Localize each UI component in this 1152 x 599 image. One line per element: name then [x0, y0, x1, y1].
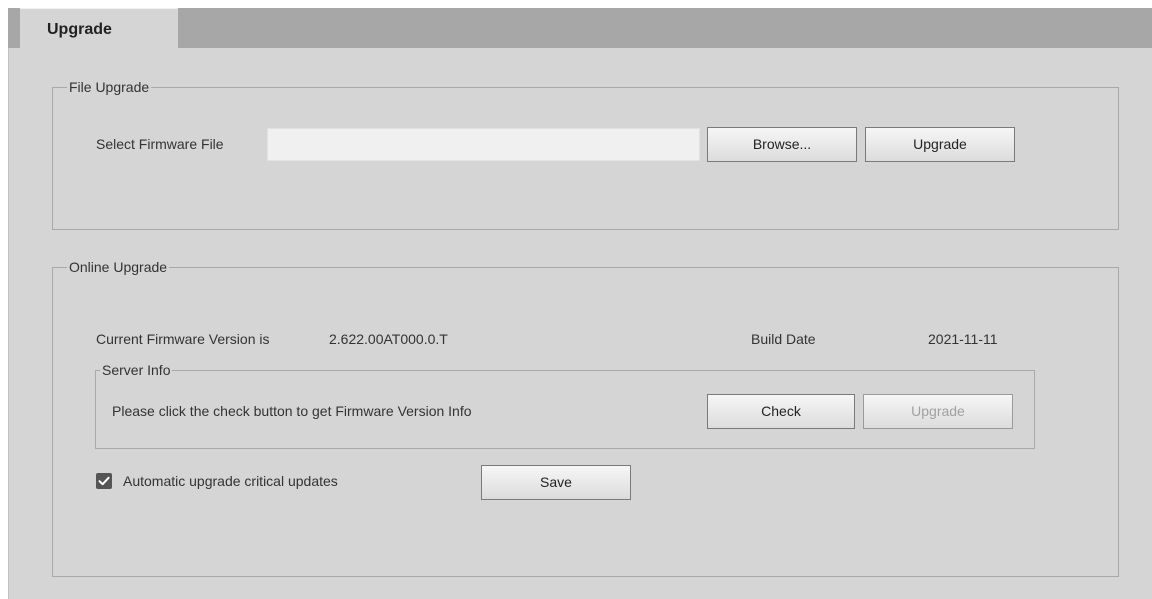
file-upgrade-button[interactable]: Upgrade [865, 127, 1015, 162]
tab-bar [8, 8, 1152, 48]
current-version-label: Current Firmware Version is [96, 331, 270, 347]
server-info-legend: Server Info [102, 362, 171, 378]
online-upgrade-legend: Online Upgrade [69, 259, 168, 275]
online-upgrade-button[interactable]: Upgrade [863, 394, 1013, 429]
tab-upgrade[interactable]: Upgrade [20, 8, 178, 48]
check-button[interactable]: Check [707, 394, 855, 429]
firmware-file-field[interactable] [267, 128, 700, 161]
browse-button[interactable]: Browse... [707, 127, 857, 162]
checkmark-icon [98, 476, 110, 486]
auto-upgrade-label[interactable]: Automatic upgrade critical updates [123, 473, 338, 489]
server-info-message: Please click the check button to get Fir… [112, 403, 472, 419]
auto-upgrade-checkbox[interactable] [96, 473, 112, 489]
build-date-label: Build Date [751, 331, 816, 347]
current-version-value: 2.622.00AT000.0.T [329, 331, 448, 347]
file-upgrade-legend: File Upgrade [69, 79, 150, 95]
select-firmware-label: Select Firmware File [96, 136, 224, 152]
save-button[interactable]: Save [481, 465, 631, 500]
build-date-value: 2021-11-11 [928, 331, 998, 347]
